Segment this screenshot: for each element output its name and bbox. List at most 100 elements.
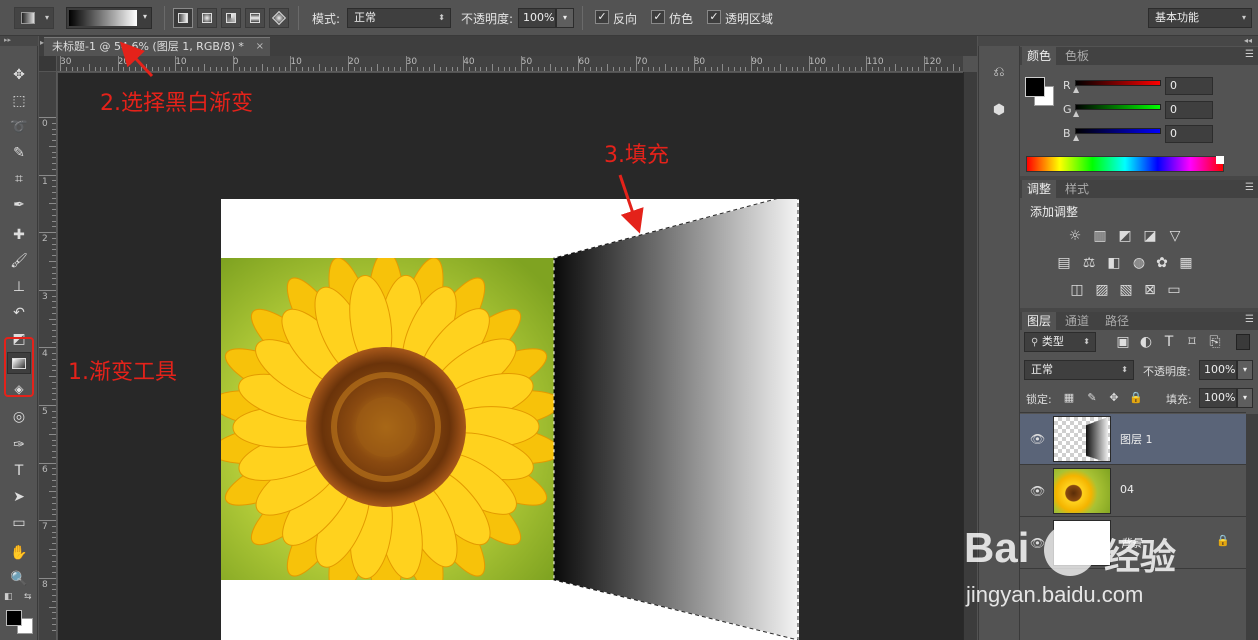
swap-colors-icon[interactable]: ⇆ <box>24 592 32 602</box>
brightness-contrast-icon[interactable]: ☼ <box>1066 227 1084 245</box>
tab-color[interactable]: 颜色 <box>1022 47 1057 65</box>
layer-row[interactable]: 👁 04 <box>1020 466 1246 517</box>
tab-adjustments[interactable]: 调整 <box>1022 180 1057 198</box>
filter-toggle[interactable] <box>1236 334 1250 350</box>
angle-gradient-button[interactable] <box>221 8 241 28</box>
default-colors-icon[interactable]: ◧ <box>4 592 13 602</box>
3d-panel-icon[interactable]: ⬢ <box>986 98 1012 122</box>
g-value-field[interactable]: 0 <box>1165 101 1213 119</box>
gradient-map-icon[interactable]: ▭ <box>1165 281 1183 299</box>
marquee-tool-icon[interactable]: ⬚ <box>7 90 31 112</box>
vertical-scrollbar[interactable] <box>963 72 977 640</box>
panel-menu-icon[interactable]: ☰ <box>1245 314 1254 325</box>
hue-saturation-icon[interactable]: ▤ <box>1055 254 1073 272</box>
stamp-tool-icon[interactable]: ⊥ <box>7 276 31 298</box>
quick-select-tool-icon[interactable]: ✎ <box>7 142 31 164</box>
tool-preset-picker[interactable]: ▾ <box>14 7 54 29</box>
close-icon[interactable]: × <box>256 38 264 56</box>
rectangle-tool-icon[interactable]: ▭ <box>7 512 31 534</box>
panel-menu-icon[interactable]: ☰ <box>1245 182 1254 193</box>
exposure-icon[interactable]: ◪ <box>1141 227 1159 245</box>
color-lookup-icon[interactable]: ▦ <box>1177 254 1195 272</box>
filter-smart-object-icon[interactable]: ⎘ <box>1206 333 1224 351</box>
tab-paths[interactable]: 路径 <box>1100 312 1134 330</box>
channel-mixer-icon[interactable]: ✿ <box>1153 254 1171 272</box>
fill-dropdown[interactable]: ▾ <box>1237 388 1253 408</box>
r-slider-thumb-icon[interactable]: ▲ <box>1073 85 1079 94</box>
ruler-vertical[interactable]: 0 1 2 3 4 5 6 7 8 <box>39 72 57 640</box>
blend-mode-select[interactable]: 正常 ⬍ <box>1024 360 1134 380</box>
fill-field[interactable]: 100% <box>1199 388 1237 408</box>
panel-menu-icon[interactable]: ☰ <box>1245 49 1254 60</box>
dither-checkbox[interactable]: ✓ <box>651 10 665 24</box>
reverse-checkbox[interactable]: ✓ <box>595 10 609 24</box>
tab-swatches[interactable]: 色板 <box>1060 47 1094 65</box>
g-slider[interactable] <box>1075 104 1161 110</box>
color-spectrum-ramp[interactable] <box>1026 156 1224 172</box>
levels-icon[interactable]: ▥ <box>1091 227 1109 245</box>
collapse-icon[interactable]: ◂◂ <box>1244 36 1252 45</box>
vibrance-icon[interactable]: ▽ <box>1166 227 1184 245</box>
opacity-field[interactable]: 100% <box>518 8 556 28</box>
eye-icon[interactable]: 👁 <box>1030 484 1045 498</box>
layers-scrollbar[interactable] <box>1246 414 1258 640</box>
dodge-tool-icon[interactable]: ◎ <box>7 406 31 428</box>
path-select-tool-icon[interactable]: ➤ <box>7 486 31 508</box>
color-balance-icon[interactable]: ⚖ <box>1080 254 1098 272</box>
eye-icon[interactable]: 👁 <box>1030 432 1045 446</box>
lock-all-icon[interactable]: 🔒 <box>1127 389 1145 407</box>
lock-pixels-icon[interactable]: ✎ <box>1083 389 1101 407</box>
gradient-picker[interactable]: ▾ <box>66 7 152 29</box>
tab-styles[interactable]: 样式 <box>1060 180 1094 198</box>
b-value-field[interactable]: 0 <box>1165 125 1213 143</box>
b-slider-thumb-icon[interactable]: ▲ <box>1073 133 1079 142</box>
mode-select[interactable]: 正常 ⬍ <box>347 8 451 28</box>
layer-opacity-field[interactable]: 100% <box>1199 360 1237 380</box>
history-brush-tool-icon[interactable]: ↶ <box>7 302 31 324</box>
b-slider[interactable] <box>1075 128 1161 134</box>
brush-tool-icon[interactable]: 🖌 <box>7 250 31 272</box>
type-tool-icon[interactable]: T <box>7 460 31 482</box>
pen-tool-icon[interactable]: ✑ <box>7 434 31 456</box>
filter-type-icon[interactable]: T <box>1160 333 1178 351</box>
layer-opacity-dropdown[interactable]: ▾ <box>1237 360 1253 380</box>
selective-color-icon[interactable]: ⊠ <box>1141 281 1159 299</box>
lock-position-icon[interactable]: ✥ <box>1105 389 1123 407</box>
lock-transparency-icon[interactable]: ▦ <box>1060 389 1078 407</box>
g-slider-thumb-icon[interactable]: ▲ <box>1073 109 1079 118</box>
opacity-dropdown-button[interactable]: ▾ <box>556 8 574 28</box>
foreground-color-swatch[interactable] <box>6 610 22 626</box>
document-tab[interactable]: 未标题-1 @ 54.6% (图层 1, RGB/8) * × <box>44 37 270 56</box>
filter-pixel-icon[interactable]: ▣ <box>1114 333 1132 351</box>
diamond-gradient-button[interactable] <box>269 8 289 28</box>
r-value-field[interactable]: 0 <box>1165 77 1213 95</box>
filter-adjustment-icon[interactable]: ◐ <box>1137 333 1155 351</box>
filter-shape-icon[interactable]: ⌑ <box>1183 333 1201 351</box>
ramp-white-patch[interactable] <box>1216 156 1224 164</box>
eyedropper-tool-icon[interactable]: ✒ <box>7 194 31 216</box>
radial-gradient-button[interactable] <box>197 8 217 28</box>
tools-panel-header[interactable]: ▸▸ <box>0 36 38 46</box>
r-slider[interactable] <box>1075 80 1161 86</box>
move-tool-icon[interactable]: ✥ <box>7 64 31 86</box>
zoom-tool-icon[interactable]: 🔍 <box>7 568 31 590</box>
photo-filter-icon[interactable]: ◍ <box>1130 254 1148 272</box>
invert-icon[interactable]: ◫ <box>1068 281 1086 299</box>
transparency-checkbox[interactable]: ✓ <box>707 10 721 24</box>
black-white-icon[interactable]: ◧ <box>1105 254 1123 272</box>
healing-brush-tool-icon[interactable]: ✚ <box>7 224 31 246</box>
history-panel-icon[interactable]: ⎌ <box>986 60 1012 84</box>
threshold-icon[interactable]: ▧ <box>1117 281 1135 299</box>
document-canvas[interactable] <box>221 199 799 640</box>
posterize-icon[interactable]: ▨ <box>1093 281 1111 299</box>
color-fg-swatch[interactable] <box>1025 77 1045 97</box>
reflected-gradient-button[interactable] <box>245 8 265 28</box>
tab-channels[interactable]: 通道 <box>1060 312 1094 330</box>
tab-layers[interactable]: 图层 <box>1022 312 1057 330</box>
linear-gradient-button[interactable] <box>173 8 193 28</box>
curves-icon[interactable]: ◩ <box>1116 227 1134 245</box>
crop-tool-icon[interactable]: ⌗ <box>7 168 31 190</box>
layer-row[interactable]: 👁 背景 🔒 <box>1020 518 1246 569</box>
lasso-tool-icon[interactable]: ➰ <box>7 116 31 138</box>
layer-filter-select[interactable]: ⚲ 类型 ⬍ <box>1024 332 1096 352</box>
